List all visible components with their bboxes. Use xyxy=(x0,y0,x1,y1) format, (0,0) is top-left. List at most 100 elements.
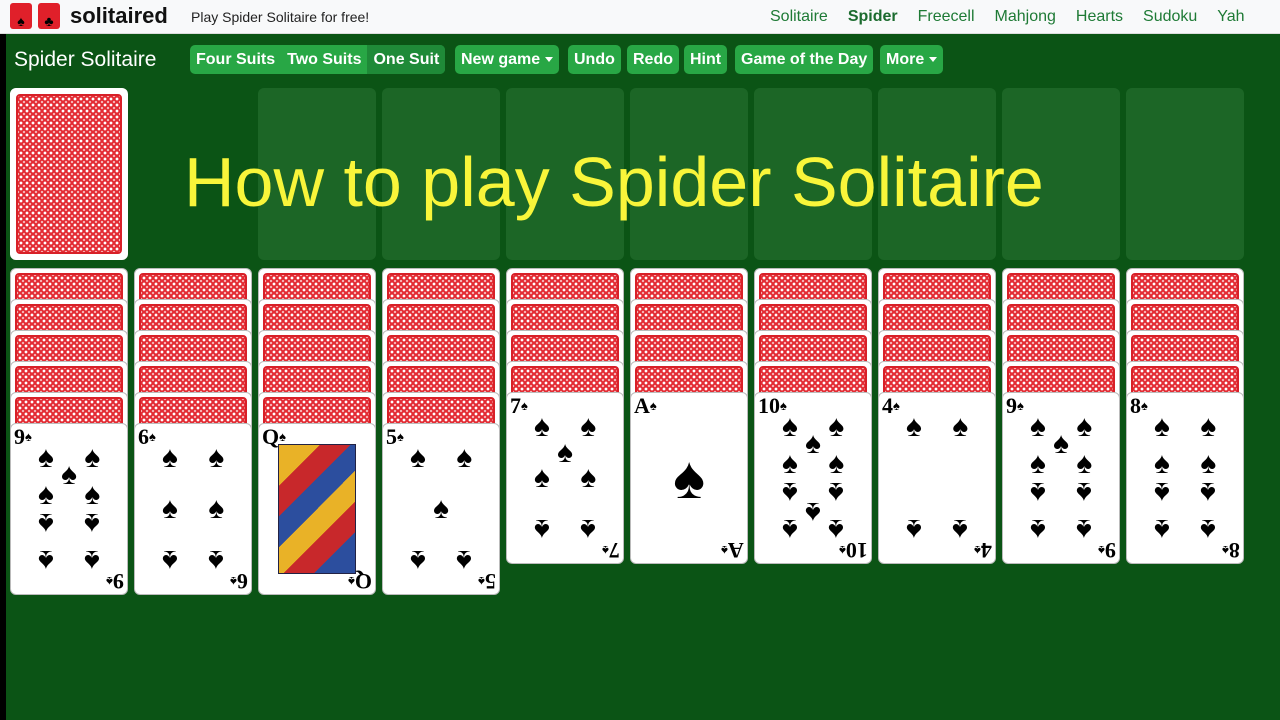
spade-icon: ♠ xyxy=(1029,475,1046,509)
card-back xyxy=(16,94,122,254)
spade-icon: ♠ xyxy=(1029,447,1046,481)
queen-face-image xyxy=(278,444,356,574)
spade-icon: ♠ xyxy=(905,410,922,443)
spade-icon: ♠ xyxy=(781,410,798,443)
spade-icon: ♠ xyxy=(208,544,225,577)
spade-icon: ♠ xyxy=(161,544,178,577)
four-suits-button[interactable]: Four Suits xyxy=(190,45,281,74)
spade-icon: ♠ xyxy=(1053,427,1069,460)
card-6-of-spades[interactable]: 6♠ 6♠ ♠ ♠ ♠ ♠ ♠ ♠ xyxy=(134,423,252,595)
new-game-label: New game xyxy=(461,50,541,68)
spade-icon: ♠ xyxy=(456,441,473,474)
spade-icon: ♠ xyxy=(84,506,101,540)
spade-icon: ♠ xyxy=(37,544,54,577)
spade-icon: ♠ xyxy=(533,461,550,494)
spade-icon: ♠ xyxy=(781,475,798,509)
nav-hearts[interactable]: Hearts xyxy=(1076,8,1123,26)
hint-button[interactable]: Hint xyxy=(684,45,728,74)
spade-icon: ♠ xyxy=(1200,513,1217,546)
spade-icon: ♠ xyxy=(905,513,922,546)
spade-icon: ♠ xyxy=(433,492,449,525)
spade-icon: ♠ xyxy=(208,492,225,525)
how-to-play-overlay: How to play Spider Solitaire xyxy=(184,143,1044,221)
spade-icon: ♠ xyxy=(37,478,54,512)
spade-icon: ♠ xyxy=(557,435,573,469)
spade-icon: ♠ xyxy=(1029,410,1046,443)
rank-label: 6♠ xyxy=(230,569,248,594)
logo[interactable]: ♠ ♣ solitaired xyxy=(10,3,168,29)
card-A-of-spades[interactable]: A♠ A♠ ♠ xyxy=(630,392,748,564)
spade-icon: ♠ xyxy=(61,458,77,491)
card-Q-of-spades[interactable]: Q♠ Q♠ xyxy=(258,423,376,595)
spade-icon: ♠ xyxy=(1200,475,1217,509)
new-game-button[interactable]: New game xyxy=(455,45,560,74)
spade-icon: ♠ xyxy=(208,441,225,474)
spade-icon: ♠ xyxy=(1076,410,1093,443)
more-label: More xyxy=(886,50,925,68)
spade-icon: ♠ xyxy=(533,513,550,546)
card-10-of-spades[interactable]: 10♠ 10♠ ♠ ♠ ♠ ♠ ♠ ♠ ♠ ♠ ♠ ♠ xyxy=(754,392,872,564)
game-of-the-day-button[interactable]: Game of the Day xyxy=(735,45,874,74)
rank-label: 6♠ xyxy=(138,424,156,449)
spade-icon: ♠ xyxy=(828,447,845,481)
foundation-slot xyxy=(1126,88,1244,260)
logo-card-icon: ♣ xyxy=(38,3,60,29)
spade-icon: ♠ xyxy=(1153,447,1170,481)
tagline: Play Spider Solitaire for free! xyxy=(191,9,370,25)
spade-icon: ♠ xyxy=(1200,410,1217,443)
spade-icon: ♠ xyxy=(828,513,845,546)
logo-text: solitaired xyxy=(70,3,168,28)
spade-icon: ♠ xyxy=(84,441,101,474)
two-suits-button[interactable]: Two Suits xyxy=(281,45,367,74)
card-4-of-spades[interactable]: 4♠ 4♠ ♠ ♠ ♠ ♠ xyxy=(878,392,996,564)
card-9-of-spades[interactable]: 9♠ 9♠ ♠ ♠ ♠ ♠ ♠ ♠ ♠ ♠ ♠ xyxy=(10,423,128,595)
caret-down-icon xyxy=(545,57,554,62)
card-8-of-spades[interactable]: 8♠ 8♠ ♠ ♠ ♠ ♠ ♠ ♠ ♠ ♠ xyxy=(1126,392,1244,564)
spade-icon: ♠ xyxy=(805,427,821,460)
spade-icon: ♠ xyxy=(533,410,550,443)
rank-label: A♠ xyxy=(721,538,744,563)
spade-icon: ♠ xyxy=(1200,447,1217,481)
spade-icon: ♠ xyxy=(409,544,426,577)
card-5-of-spades[interactable]: 5♠ 5♠ ♠ ♠ ♠ ♠ ♠ xyxy=(382,423,500,595)
spade-icon: ♠ xyxy=(84,478,101,512)
rank-label: 5♠ xyxy=(478,569,496,594)
spade-icon: ♠ xyxy=(580,410,597,443)
game-title: Spider Solitaire xyxy=(14,48,157,71)
rank-label: 8♠ xyxy=(1130,393,1148,418)
stock-pile[interactable] xyxy=(10,88,128,260)
spade-icon: ♠ xyxy=(37,506,54,540)
nav-sudoku[interactable]: Sudoku xyxy=(1143,8,1197,26)
spade-icon: ♠ xyxy=(1076,513,1093,546)
spade-icon: ♠ xyxy=(952,410,969,443)
spade-icon: ♠ xyxy=(781,513,798,546)
spade-icon: ♠ xyxy=(1076,475,1093,509)
spade-icon: ♠ xyxy=(409,441,426,474)
nav-mahjong[interactable]: Mahjong xyxy=(995,8,1056,26)
undo-button[interactable]: Undo xyxy=(568,45,621,74)
spade-icon: ♠ xyxy=(805,496,821,529)
rank-label: 8♠ xyxy=(1222,538,1240,563)
logo-card-icon: ♠ xyxy=(10,3,32,29)
spade-icon: ♠ xyxy=(1153,475,1170,509)
card-9-of-spades[interactable]: 9♠ 9♠ ♠ ♠ ♠ ♠ ♠ ♠ ♠ ♠ ♠ xyxy=(1002,392,1120,564)
nav-yah[interactable]: Yah xyxy=(1217,8,1244,26)
spade-icon: ♠ xyxy=(828,410,845,443)
rank-label: 7♠ xyxy=(602,538,620,563)
caret-down-icon xyxy=(929,57,938,62)
spade-icon: ♠ xyxy=(1076,447,1093,481)
game-area: Spider Solitaire Four Suits Two Suits On… xyxy=(6,34,1280,720)
rank-label: 9♠ xyxy=(1006,393,1024,418)
nav-solitaire[interactable]: Solitaire xyxy=(770,8,828,26)
more-button[interactable]: More xyxy=(880,45,944,74)
one-suit-button[interactable]: One Suit xyxy=(367,45,446,74)
nav-freecell[interactable]: Freecell xyxy=(918,8,975,26)
spade-icon: ♠ xyxy=(161,492,178,525)
nav-spider[interactable]: Spider xyxy=(848,8,898,26)
rank-label: 5♠ xyxy=(386,424,404,449)
redo-button[interactable]: Redo xyxy=(627,45,679,74)
site-header: ♠ ♣ solitaired Play Spider Solitaire for… xyxy=(0,0,1280,34)
spade-icon: ♠ xyxy=(580,513,597,546)
spade-icon: ♠ xyxy=(1153,513,1170,546)
card-7-of-spades[interactable]: 7♠ 7♠ ♠ ♠ ♠ ♠ ♠ ♠ ♠ xyxy=(506,392,624,564)
